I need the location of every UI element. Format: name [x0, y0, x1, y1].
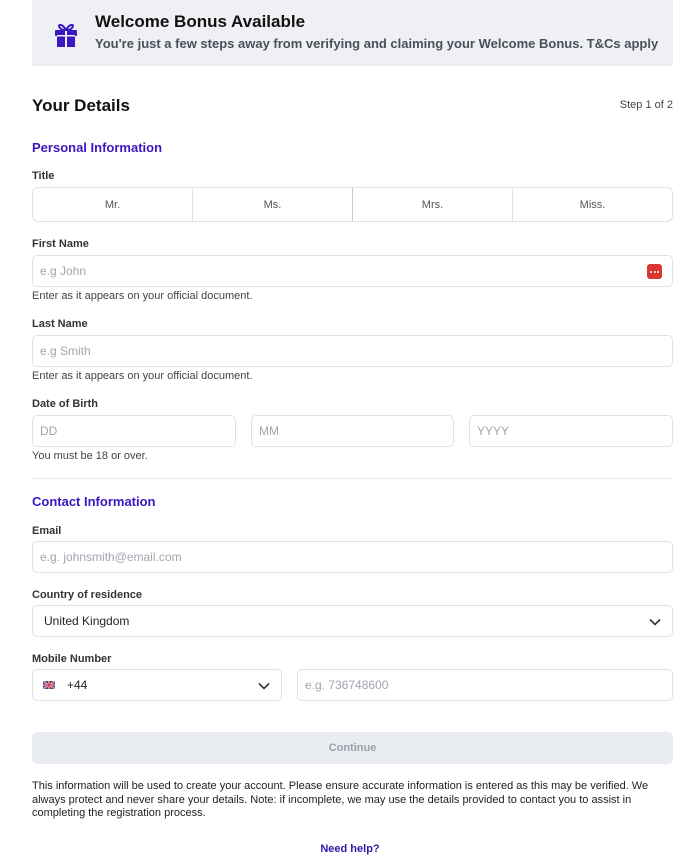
- contact-information-heading: Contact Information: [32, 494, 156, 509]
- last-name-input[interactable]: [40, 344, 665, 358]
- title-label: Title: [32, 170, 55, 182]
- last-name-field: [32, 335, 673, 367]
- title-option-mrs[interactable]: Mrs.: [353, 188, 513, 221]
- first-name-hint: Enter as it appears on your official doc…: [32, 290, 253, 302]
- dob-day-field: [32, 415, 236, 447]
- email-label: Email: [32, 525, 62, 537]
- mobile-label: Mobile Number: [32, 653, 112, 665]
- dial-code-value: +44: [67, 678, 88, 692]
- page-title: Your Details: [32, 96, 130, 115]
- last-name-label: Last Name: [32, 318, 88, 330]
- email-field: [32, 541, 673, 573]
- dob-year-input[interactable]: [477, 424, 665, 438]
- country-select[interactable]: United Kingdom: [32, 605, 673, 637]
- country-value: United Kingdom: [44, 614, 130, 628]
- banner-title: Welcome Bonus Available: [95, 12, 306, 31]
- dob-year-field: [469, 415, 673, 447]
- title-option-miss[interactable]: Miss.: [513, 188, 672, 221]
- first-name-field: [32, 255, 673, 287]
- country-label: Country of residence: [32, 589, 143, 601]
- chevron-down-icon: [649, 618, 661, 626]
- last-name-hint: Enter as it appears on your official doc…: [32, 370, 253, 382]
- title-option-ms[interactable]: Ms.: [193, 188, 353, 221]
- email-input[interactable]: [40, 550, 665, 564]
- password-manager-icon[interactable]: [647, 264, 662, 279]
- privacy-notice: This information will be used to create …: [32, 780, 649, 819]
- gift-icon: [55, 23, 77, 47]
- dob-hint: You must be 18 or over.: [32, 450, 148, 462]
- welcome-bonus-banner: Welcome Bonus Available You're just a fe…: [32, 0, 673, 66]
- continue-button[interactable]: Continue: [32, 732, 673, 764]
- step-indicator: Step 1 of 2: [619, 99, 673, 111]
- mobile-number-input[interactable]: [305, 678, 665, 692]
- dial-code-select[interactable]: +44: [32, 669, 282, 701]
- uk-flag-icon: [43, 681, 55, 689]
- dob-day-input[interactable]: [40, 424, 228, 438]
- title-option-mr[interactable]: Mr.: [33, 188, 193, 221]
- chevron-down-icon: [258, 682, 270, 690]
- banner-subtitle: You're just a few steps away from verify…: [95, 36, 659, 51]
- title-selector: Mr. Ms. Mrs. Miss.: [32, 187, 673, 222]
- need-help-link[interactable]: Need help?: [0, 843, 700, 855]
- dob-month-input[interactable]: [259, 424, 446, 438]
- first-name-input[interactable]: [40, 264, 665, 278]
- section-divider: [32, 478, 673, 479]
- mobile-number-field: [297, 669, 673, 701]
- first-name-label: First Name: [32, 238, 89, 250]
- dob-label: Date of Birth: [32, 398, 98, 410]
- dob-month-field: [251, 415, 454, 447]
- personal-information-heading: Personal Information: [32, 140, 163, 155]
